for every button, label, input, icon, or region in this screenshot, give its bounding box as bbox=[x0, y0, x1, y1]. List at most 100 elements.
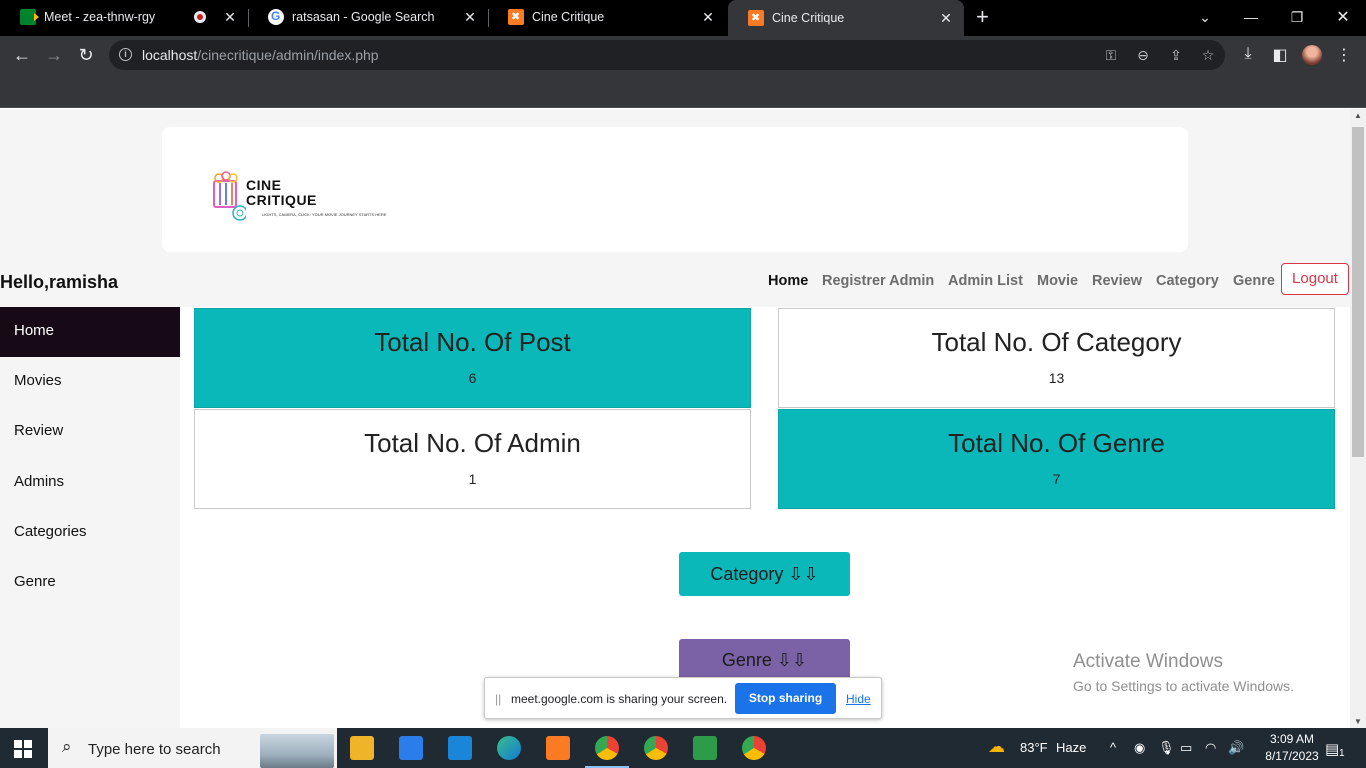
restore-icon[interactable]: ❐ bbox=[1274, 0, 1320, 34]
scrollbar-thumb[interactable] bbox=[1352, 127, 1364, 457]
recording-icon bbox=[194, 11, 206, 23]
bookmark-star-icon[interactable]: ☆ bbox=[1199, 47, 1217, 64]
share-message: meet.google.com is sharing your screen. bbox=[511, 692, 728, 706]
browser-toolbar: ← → ↻ i localhost/cinecritique/admin/ind… bbox=[0, 36, 1366, 74]
xampp-icon bbox=[508, 9, 524, 25]
file-explorer-icon[interactable] bbox=[350, 736, 374, 760]
tab-cine-critique[interactable]: Cine Critique ✕ bbox=[488, 0, 726, 34]
card-value: 7 bbox=[1052, 471, 1061, 487]
browser-tab-strip: Meet - zea-thnw-rgy ✕ ratsasan - Google … bbox=[0, 0, 1366, 36]
card-value: 6 bbox=[468, 370, 477, 386]
nav-home[interactable]: Home bbox=[768, 273, 808, 289]
category-toggle-button[interactable]: Category ⇩⇩ bbox=[679, 552, 850, 596]
logo-text: CINE bbox=[246, 177, 282, 193]
share-icon[interactable]: ⇪ bbox=[1167, 47, 1185, 64]
wifi-icon[interactable]: ◠ bbox=[1205, 740, 1216, 756]
page-scrollbar[interactable]: ▲ ▼ bbox=[1350, 109, 1366, 728]
windows-start-icon[interactable] bbox=[14, 740, 32, 758]
hide-link[interactable]: Hide bbox=[846, 692, 871, 706]
minimize-icon[interactable]: — bbox=[1228, 0, 1274, 34]
key-icon[interactable]: ⚿ bbox=[1102, 47, 1120, 64]
page-viewport: CINE CRITIQUE LIGHTS, CAMERA, CLICK: YOU… bbox=[0, 109, 1350, 728]
xampp-icon[interactable] bbox=[546, 736, 570, 760]
side-panel-icon[interactable]: ◧ bbox=[1270, 45, 1290, 65]
microsoft-store-icon[interactable] bbox=[399, 736, 423, 760]
notification-icon[interactable]: ▤ bbox=[1325, 740, 1339, 758]
nav-category[interactable]: Category bbox=[1156, 273, 1219, 289]
tab-title: ratsasan - Google Search bbox=[292, 10, 435, 24]
volume-icon[interactable]: 🔊 bbox=[1228, 740, 1244, 756]
new-tab-icon[interactable]: + bbox=[976, 6, 989, 28]
header-banner: CINE CRITIQUE LIGHTS, CAMERA, CLICK: YOU… bbox=[162, 127, 1188, 252]
scroll-up-icon[interactable]: ▲ bbox=[1353, 111, 1363, 120]
edge-icon[interactable] bbox=[497, 736, 521, 760]
nav-genre[interactable]: Genre bbox=[1233, 273, 1275, 289]
system-clock[interactable]: 3:09 AM 8/17/2023 bbox=[1259, 731, 1325, 765]
weather-icon[interactable]: ☁ bbox=[988, 737, 1005, 757]
reload-icon[interactable]: ↻ bbox=[74, 44, 98, 66]
close-window-icon[interactable]: ✕ bbox=[1320, 0, 1366, 34]
tab-cine-critique-active[interactable]: Cine Critique ✕ bbox=[728, 0, 964, 36]
url-text[interactable]: localhost/cinecritique/admin/index.php bbox=[142, 47, 379, 63]
card-value: 1 bbox=[468, 471, 477, 487]
back-icon[interactable]: ← bbox=[10, 44, 34, 66]
close-tab-icon[interactable]: ✕ bbox=[938, 10, 954, 27]
greeting: Hello,ramisha bbox=[0, 272, 119, 292]
activate-subtitle: Go to Settings to activate Windows. bbox=[1073, 678, 1294, 694]
download-icon[interactable]: ⤓ bbox=[1238, 45, 1258, 63]
meet-camera-icon[interactable]: ◉ bbox=[1134, 740, 1145, 756]
microphone-icon[interactable]: 🎙 bbox=[1158, 740, 1175, 756]
stat-card-admins: Total No. Of Admin 1 bbox=[194, 409, 751, 509]
windows-taskbar: ⌕ Type here to search ☁ 83°F Haze ^ ◉ 🎙 … bbox=[0, 728, 1366, 768]
search-placeholder: Type here to search bbox=[88, 741, 221, 758]
tab-meet[interactable]: Meet - zea-thnw-rgy ✕ bbox=[0, 0, 248, 34]
weather-desc[interactable]: Haze bbox=[1056, 740, 1086, 755]
site-logo[interactable]: CINE CRITIQUE LIGHTS, CAMERA, CLICK: YOU… bbox=[210, 171, 386, 225]
activate-title: Activate Windows bbox=[1073, 651, 1223, 672]
chrome-icon[interactable] bbox=[742, 736, 766, 760]
close-tab-icon[interactable]: ✕ bbox=[222, 9, 238, 26]
profile-avatar[interactable] bbox=[1302, 45, 1322, 65]
activate-windows-watermark: Activate Windows Go to Settings to activ… bbox=[1073, 651, 1294, 694]
mail-icon[interactable] bbox=[448, 736, 472, 760]
zoom-icon[interactable]: ⊖ bbox=[1134, 47, 1152, 64]
close-tab-icon[interactable]: ✕ bbox=[700, 9, 716, 26]
nav-register-admin[interactable]: Registrer Admin bbox=[822, 273, 934, 289]
sidebar-item-home[interactable]: Home bbox=[0, 307, 180, 357]
chevron-up-icon[interactable]: ^ bbox=[1110, 740, 1116, 755]
drag-handle-icon[interactable]: || bbox=[495, 692, 501, 706]
stat-card-genres: Total No. Of Genre 7 bbox=[778, 409, 1335, 509]
clock-time: 3:09 AM bbox=[1269, 732, 1315, 746]
top-navbar: Hello,ramisha Home Registrer Admin Admin… bbox=[0, 257, 1350, 307]
chrome-profile-icon[interactable] bbox=[644, 736, 668, 760]
sidebar-item-movies[interactable]: Movies bbox=[0, 357, 180, 407]
forward-icon[interactable]: → bbox=[42, 44, 66, 66]
battery-icon[interactable]: ▭ bbox=[1180, 740, 1192, 756]
chrome-icon[interactable] bbox=[585, 736, 629, 768]
sidebar-item-admins[interactable]: Admins bbox=[0, 458, 180, 508]
weather-temp[interactable]: 83°F bbox=[1020, 740, 1048, 755]
nav-review[interactable]: Review bbox=[1092, 273, 1142, 289]
google-icon bbox=[268, 9, 284, 25]
address-bar[interactable]: i localhost/cinecritique/admin/index.php… bbox=[109, 40, 1225, 70]
stop-sharing-button[interactable]: Stop sharing bbox=[735, 683, 836, 714]
tab-title: Cine Critique bbox=[772, 11, 845, 25]
close-tab-icon[interactable]: ✕ bbox=[462, 9, 478, 26]
taskbar-search[interactable]: ⌕ Type here to search bbox=[48, 728, 337, 768]
logo-tagline: LIGHTS, CAMERA, CLICK: YOUR MOVIE JOURNE… bbox=[262, 212, 387, 217]
scroll-down-icon[interactable]: ▼ bbox=[1353, 717, 1363, 726]
card-title: Total No. Of Genre bbox=[948, 428, 1165, 458]
spreadsheet-app-icon[interactable] bbox=[693, 736, 717, 760]
sidebar: Home Movies Review Admins Categories Gen… bbox=[0, 307, 180, 728]
sidebar-item-categories[interactable]: Categories bbox=[0, 508, 180, 558]
nav-movie[interactable]: Movie bbox=[1037, 273, 1078, 289]
site-info-icon[interactable]: i bbox=[119, 48, 132, 61]
sidebar-item-genre[interactable]: Genre bbox=[0, 558, 180, 608]
menu-icon[interactable]: ⋮ bbox=[1334, 45, 1354, 65]
sidebar-item-review[interactable]: Review bbox=[0, 407, 180, 457]
tab-search-icon[interactable]: ⌄ bbox=[1182, 0, 1228, 34]
logout-button[interactable]: Logout bbox=[1281, 263, 1349, 295]
nav-admin-list[interactable]: Admin List bbox=[948, 273, 1023, 289]
tab-google-search[interactable]: ratsasan - Google Search ✕ bbox=[248, 0, 488, 34]
card-title: Total No. Of Admin bbox=[364, 428, 581, 458]
